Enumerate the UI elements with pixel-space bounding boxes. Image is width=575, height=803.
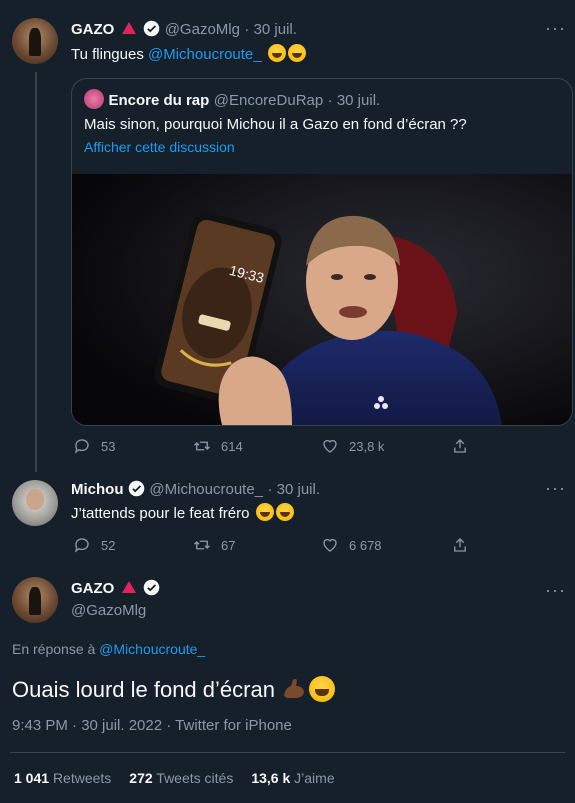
verified-badge-icon [128, 480, 145, 497]
main-handle[interactable]: @GazoMlg [71, 602, 146, 619]
rofl-emoji-icon [287, 44, 306, 62]
michou-avatar[interactable] [12, 480, 58, 526]
likes-stat[interactable]: 13,6 k J’aime [251, 770, 334, 786]
reply-count: 52 [101, 537, 116, 553]
retweet-button[interactable]: 614 [193, 437, 321, 455]
like-count: 23,8 k [349, 438, 385, 454]
tweet1-author-name[interactable]: GAZO [71, 21, 114, 38]
rofl-emoji-icon [267, 44, 286, 62]
tweet2-actions: 52 67 6 678 [73, 536, 469, 554]
likes-count: 13,6 k [251, 770, 291, 786]
heart-icon [323, 439, 337, 453]
tweet2-body: J’tattends pour le feat fréro [71, 505, 250, 522]
share-icon [454, 439, 466, 453]
thread-line [35, 72, 37, 472]
tweet1-header: GAZO @GazoMlg · 30 juil. [71, 20, 297, 39]
tears-of-joy-emoji-icon [275, 503, 294, 521]
likes-label: J’aime [294, 770, 335, 786]
tweet1-mention-link[interactable]: @Michoucroute_ [148, 46, 262, 63]
retweet-button[interactable]: 67 [193, 536, 321, 554]
tweet-meta[interactable]: 9:43 PM · 30 juil. 2022 · Twitter for iP… [12, 717, 292, 734]
video-frame-image: 19:33 [72, 174, 572, 425]
tweet2-header: Michou @Michoucroute_ · 30 juil. [71, 480, 320, 499]
share-button[interactable] [451, 536, 469, 554]
reply-to-link[interactable]: @Michoucroute_ [99, 641, 205, 657]
reply-button[interactable]: 53 [73, 437, 193, 455]
retweet-icon [194, 540, 210, 550]
retweet-count: 67 [221, 537, 236, 553]
tears-of-joy-emoji-icon [255, 503, 274, 521]
tweet-stats: 1 041 Retweets 272 Tweets cités 13,6 k J… [14, 770, 335, 786]
warning-triangle-icon [121, 22, 136, 34]
tweet2-text: J’tattends pour le feat fréro [71, 503, 294, 522]
main-author-row: GAZO [71, 579, 160, 598]
reply-icon [74, 439, 89, 454]
reply-button[interactable]: 52 [73, 536, 193, 554]
reply-context: En réponse à @Michoucroute_ [12, 641, 205, 657]
quoted-tweet-card[interactable]: Encore du rap @EncoreDuRap · 30 juil. Ma… [71, 78, 573, 426]
quotes-label: Tweets cités [156, 770, 234, 786]
share-icon [454, 538, 466, 552]
tweet1-body: Tu flingues [71, 46, 148, 63]
like-count: 6 678 [349, 537, 382, 553]
share-button[interactable] [451, 437, 469, 455]
verified-badge-icon [143, 20, 160, 37]
quote-text: Mais sinon, pourquoi Michou il a Gazo en… [84, 116, 467, 133]
gazo-avatar[interactable] [12, 18, 58, 64]
more-options-icon[interactable]: ··· [545, 18, 566, 39]
divider [10, 752, 565, 753]
verified-badge-icon [143, 579, 160, 596]
quotes-stat[interactable]: 272 Tweets cités [129, 770, 233, 786]
like-button[interactable]: 6 678 [321, 536, 451, 554]
main-tweet-body: Ouais lourd le fond d’écran [12, 677, 275, 702]
tweet2-handle[interactable]: @Michoucroute_ [149, 481, 263, 498]
tweet1-actions: 53 614 23,8 k [73, 437, 469, 455]
quotes-count: 272 [129, 770, 153, 786]
quote-header: Encore du rap @EncoreDuRap · 30 juil. [84, 89, 380, 110]
quote-date: · 30 juil. [327, 92, 381, 109]
retweets-count: 1 041 [14, 770, 50, 786]
gazo-avatar[interactable] [12, 577, 58, 623]
quote-avatar [84, 89, 104, 109]
warning-triangle-icon [121, 581, 136, 593]
quote-author-name: Encore du rap [108, 92, 210, 109]
quote-handle: @EncoreDuRap [213, 92, 324, 109]
reply-prefix: En réponse à [12, 641, 100, 657]
like-button[interactable]: 23,8 k [321, 437, 451, 455]
main-author-name[interactable]: GAZO [71, 580, 114, 597]
tweet2-author-name[interactable]: Michou [71, 481, 124, 498]
more-options-icon[interactable]: ··· [545, 478, 566, 499]
reply-count: 53 [101, 438, 116, 454]
tweet1-handle[interactable]: @GazoMlg [165, 21, 240, 38]
tweet2-date[interactable]: · 30 juil. [267, 481, 320, 498]
tweet1-date[interactable]: · 30 juil. [244, 21, 297, 38]
retweets-label: Retweets [52, 770, 112, 786]
more-options-icon[interactable]: ··· [545, 580, 566, 601]
main-tweet-text: Ouais lourd le fond d’écran [12, 676, 336, 703]
heart-icon [323, 538, 337, 552]
retweet-count: 614 [221, 438, 243, 454]
tweet1-text: Tu flingues @Michoucroute_ [71, 44, 306, 63]
flexed-biceps-emoji-icon [284, 679, 305, 698]
show-thread-link[interactable]: Afficher cette discussion [84, 139, 235, 155]
tears-of-joy-emoji-icon [309, 676, 336, 702]
quote-video-thumbnail[interactable]: 19:33 [72, 174, 572, 425]
retweet-icon [194, 441, 210, 451]
reply-icon [74, 538, 89, 553]
retweets-stat[interactable]: 1 041 Retweets [14, 770, 111, 786]
